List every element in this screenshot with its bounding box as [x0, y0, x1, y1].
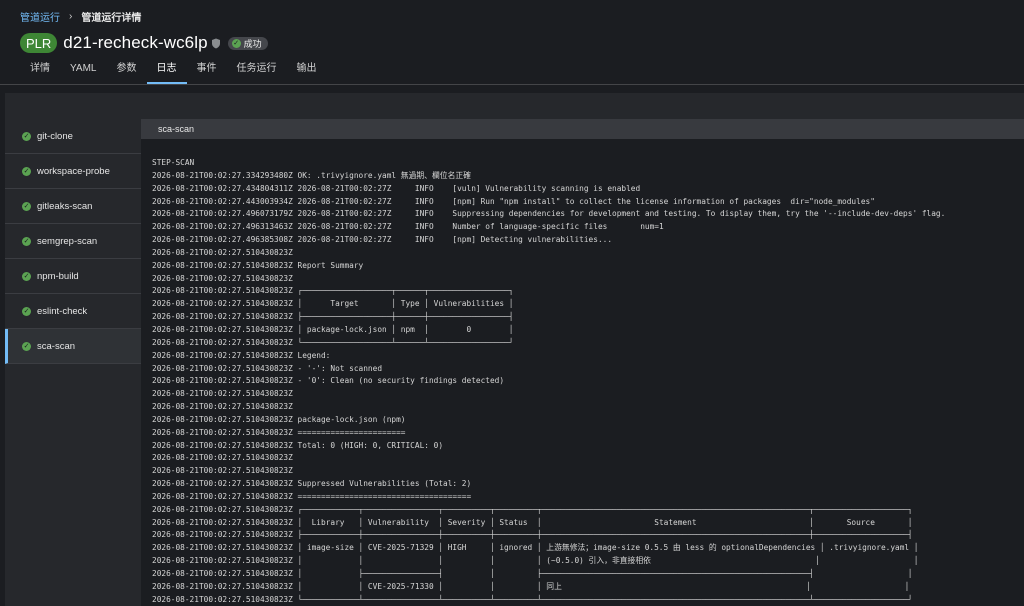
log-line: 2026-08-21T00:02:27.510430823Z ┌────────… [152, 286, 514, 296]
step-item-eslint-check[interactable]: ✓ eslint-check [5, 294, 141, 329]
log-line: 2026-08-21T00:02:27.510430823Z [152, 389, 293, 399]
log-line: 2026-08-21T00:02:27.510430823Z │ Target … [152, 299, 514, 309]
check-circle-icon: ✓ [22, 271, 31, 281]
log-lines: STEP-SCAN 2026-08-21T00:02:27.334293480Z … [152, 157, 945, 606]
step-label: sca-scan [37, 340, 76, 352]
shield-icon [211, 38, 220, 48]
log-line: 2026-08-21T00:02:27.496385308Z 2026-08-2… [152, 235, 613, 245]
step-item-npm-build[interactable]: ✓ npm-build [5, 259, 141, 294]
log-viewer[interactable]: STEP-SCAN 2026-08-21T00:02:27.334293480Z … [141, 139, 1024, 606]
step-label: git-clone [37, 130, 73, 142]
check-circle-icon: ✓ [22, 341, 31, 351]
step-label: npm-build [37, 270, 79, 282]
breadcrumb-separator: › [69, 10, 73, 22]
log-line: 2026-08-21T00:02:27.510430823Z =========… [152, 491, 472, 501]
check-circle-icon: ✓ [22, 131, 31, 141]
log-line: 2026-08-21T00:02:27.510430823Z Total: 0 … [152, 440, 444, 450]
log-line: 2026-08-21T00:02:27.510430823Z [152, 402, 293, 412]
log-line: 2026-08-21T00:02:27.434804311Z 2026-08-2… [152, 183, 641, 193]
log-line: 2026-08-21T00:02:27.510430823Z Report Su… [152, 260, 364, 270]
status-badge: ✓ 成功 [227, 36, 268, 50]
log-line: 2026-08-21T00:02:27.510430823Z │ Library… [152, 517, 913, 527]
step-item-git-clone[interactable]: ✓ git-clone [5, 119, 141, 154]
breadcrumb: 管道运行 › 管道运行详情 [20, 8, 141, 24]
step-item-semgrep-scan[interactable]: ✓ semgrep-scan [5, 224, 141, 259]
tab-yaml[interactable]: YAML [60, 58, 107, 84]
page-title-row: PLR d21-recheck-wc6lp ✓ 成功 [20, 32, 268, 54]
tab-output[interactable]: 输出 [287, 58, 327, 84]
log-line: 2026-08-21T00:02:27.510430823Z │ │ │ │ │… [152, 556, 919, 566]
log-line: 2026-08-21T00:02:27.334293480Z OK: .triv… [152, 170, 471, 180]
log-line: 2026-08-21T00:02:27.496073179Z 2026-08-2… [152, 209, 946, 219]
tab-details[interactable]: 详情 [20, 58, 60, 84]
log-line: 2026-08-21T00:02:27.510430823Z [152, 453, 293, 463]
log-line: 2026-08-21T00:02:27.510430823Z - '-': No… [152, 363, 383, 373]
check-circle-icon: ✓ [22, 201, 31, 211]
step-item-workspace-probe[interactable]: ✓ workspace-probe [5, 154, 141, 189]
log-line: 2026-08-21T00:02:27.510430823Z Suppresse… [152, 479, 472, 489]
check-circle-icon: ✓ [22, 306, 31, 316]
tab-logs[interactable]: 日志 [146, 58, 187, 84]
log-line: 2026-08-21T00:02:27.510430823Z [152, 273, 293, 283]
log-line: 2026-08-21T00:02:27.496313463Z 2026-08-2… [152, 222, 664, 232]
tab-events[interactable]: 事件 [187, 58, 227, 84]
resource-type-badge: PLR [20, 33, 58, 53]
log-line: 2026-08-21T00:02:27.510430823Z │ │ CVE-2… [152, 581, 910, 591]
step-label: workspace-probe [37, 165, 110, 177]
breadcrumb-current: 管道运行详情 [81, 12, 142, 24]
tab-bar: 详情 YAML 参数 日志 事件 任务运行 输出 [20, 58, 327, 84]
log-line: 2026-08-21T00:02:27.510430823Z └────────… [152, 337, 514, 347]
log-line: 2026-08-21T00:02:27.510430823Z ┌────────… [152, 504, 913, 514]
step-label: semgrep-scan [37, 235, 98, 247]
log-line: 2026-08-21T00:02:27.510430823Z ├────────… [152, 530, 913, 540]
log-line: 2026-08-21T00:02:27.510430823Z - '0': Cl… [152, 376, 505, 386]
log-line: 2026-08-21T00:02:27.510430823Z package-l… [152, 414, 406, 424]
step-label: eslint-check [37, 305, 88, 317]
log-line: 2026-08-21T00:02:27.510430823Z └────────… [152, 594, 913, 604]
tab-task-runs[interactable]: 任务运行 [227, 58, 287, 84]
log-title: sca-scan [141, 119, 1024, 139]
log-line: 2026-08-21T00:02:27.443003934Z 2026-08-2… [152, 196, 875, 206]
step-label: gitleaks-scan [37, 200, 93, 212]
check-circle-icon: ✓ [231, 38, 241, 48]
log-line: 2026-08-21T00:02:27.510430823Z [152, 247, 293, 257]
page-title: d21-recheck-wc6lp [63, 33, 208, 52]
log-line: 2026-08-21T00:02:27.510430823Z ├────────… [152, 312, 514, 322]
task-step-list: ✓ git-clone ✓ workspace-probe ✓ gitleaks… [5, 119, 141, 364]
log-line: 2026-08-21T00:02:27.510430823Z [152, 466, 293, 476]
step-item-sca-scan[interactable]: ✓ sca-scan [5, 329, 141, 364]
status-label: 成功 [243, 38, 262, 49]
log-line: 2026-08-21T00:02:27.510430823Z =========… [152, 427, 406, 437]
log-line: STEP-SCAN [152, 158, 195, 167]
tab-parameters[interactable]: 参数 [107, 58, 147, 84]
check-circle-icon: ✓ [22, 166, 31, 176]
step-item-gitleaks-scan[interactable]: ✓ gitleaks-scan [5, 189, 141, 224]
log-line: 2026-08-21T00:02:27.510430823Z │ ├──────… [152, 569, 913, 578]
breadcrumb-link-pipeline-runs[interactable]: 管道运行 [20, 9, 60, 24]
tabs-divider [0, 84, 1024, 85]
log-line: 2026-08-21T00:02:27.510430823Z Legend: [152, 350, 331, 360]
check-circle-icon: ✓ [22, 236, 31, 246]
log-line: 2026-08-21T00:02:27.510430823Z │ package… [152, 324, 514, 334]
log-line: 2026-08-21T00:02:27.510430823Z │ image-s… [152, 543, 919, 553]
